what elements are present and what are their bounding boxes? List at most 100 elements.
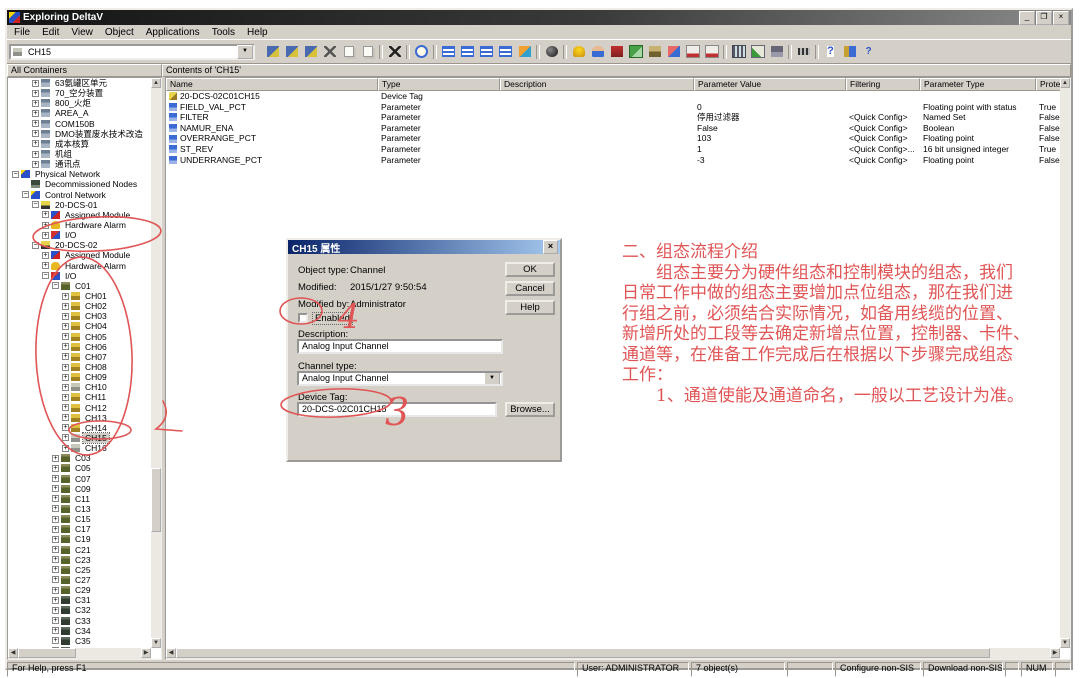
browse-button[interactable]: Browse...	[505, 402, 555, 417]
menu-file[interactable]: File	[8, 27, 36, 38]
status-download-non-sis[interactable]: Download non-SIS	[923, 662, 1003, 677]
tree-item-DMO装置废水技术改造[interactable]: +DMO装置废水技术改造	[8, 129, 151, 139]
tree-item-Assigned Module[interactable]: +Assigned Module	[8, 210, 151, 220]
tree-item-Decommissioned Nodes[interactable]: Decommissioned Nodes	[8, 179, 151, 189]
table-row[interactable]: NAMUR_ENAParameterFalse<Quick Config>Boo…	[166, 123, 1070, 134]
expand-icon[interactable]: +	[32, 161, 39, 168]
table-row[interactable]: ST_REVParameter1<Quick Config>...16 bit …	[166, 144, 1070, 155]
expand-icon[interactable]: +	[32, 120, 39, 127]
status-configure-non-sis[interactable]: Configure non-SIS	[835, 662, 921, 677]
tree-item-COM150B[interactable]: +COM150B	[8, 119, 151, 129]
tree-item-通讯点[interactable]: +通讯点	[8, 159, 151, 169]
chart1-button[interactable]	[683, 43, 702, 60]
scroll-down-icon[interactable]: ▼	[1060, 638, 1070, 648]
chevron-down-icon[interactable]: ▼	[484, 372, 500, 385]
expand-icon[interactable]: +	[42, 232, 49, 239]
expand-icon[interactable]: +	[52, 617, 59, 624]
collapse-icon[interactable]: −	[12, 171, 19, 178]
expand-icon[interactable]: +	[32, 100, 39, 107]
expand-icon[interactable]: +	[52, 536, 59, 543]
menu-tools[interactable]: Tools	[206, 27, 241, 38]
column-header-filtering[interactable]: Filtering	[846, 78, 920, 91]
menu-help[interactable]: Help	[241, 27, 274, 38]
tree-item-C07[interactable]: +C07	[8, 473, 151, 483]
tree-item-70_空分装置[interactable]: +70_空分装置	[8, 88, 151, 98]
table-row[interactable]: FIELD_VAL_PCTParameter0Floating point wi…	[166, 102, 1070, 113]
tree-hscroll-thumb[interactable]	[18, 648, 76, 658]
alarm-button[interactable]	[569, 43, 588, 60]
minimize-button[interactable]: _	[1019, 11, 1035, 25]
tree-item-20-DCS-01[interactable]: −20-DCS-01	[8, 200, 151, 210]
column-header-parameter-value[interactable]: Parameter Value	[694, 78, 846, 91]
expand-icon[interactable]: +	[62, 374, 69, 381]
expand-icon[interactable]: +	[52, 637, 59, 644]
table-config-button[interactable]	[729, 43, 748, 60]
channel-type-select[interactable]: Analog Input Channel ▼	[297, 371, 503, 386]
column-header-description[interactable]: Description	[500, 78, 694, 91]
hierarchy-button[interactable]	[282, 43, 301, 60]
tree-item-CH03[interactable]: +CH03	[8, 311, 151, 321]
expand-icon[interactable]: +	[42, 262, 49, 269]
expand-icon[interactable]: +	[62, 445, 69, 452]
expand-icon[interactable]: +	[52, 556, 59, 563]
context-help-button[interactable]: ?	[859, 43, 878, 60]
tree-item-800_火炬[interactable]: +800_火炬	[8, 98, 151, 108]
tree-scroll-thumb[interactable]	[151, 468, 161, 532]
tree-item-C15[interactable]: +C15	[8, 514, 151, 524]
view-small-button[interactable]	[458, 43, 477, 60]
menu-edit[interactable]: Edit	[36, 27, 65, 38]
column-header-parameter-type[interactable]: Parameter Type	[920, 78, 1036, 91]
tree-item-CH14[interactable]: +CH14	[8, 423, 151, 433]
picture-button[interactable]	[626, 43, 645, 60]
menu-object[interactable]: Object	[99, 27, 140, 38]
collapse-icon[interactable]: −	[22, 191, 29, 198]
expand-icon[interactable]: +	[62, 323, 69, 330]
printer-button[interactable]	[767, 43, 786, 60]
expand-icon[interactable]: +	[52, 495, 59, 502]
audit-trail-button[interactable]	[301, 43, 320, 60]
tree-horizontal-scrollbar[interactable]: ◀ ▶	[8, 648, 151, 659]
scroll-left-icon[interactable]: ◀	[166, 648, 176, 658]
expand-icon[interactable]: +	[62, 364, 69, 371]
tree-vertical-scrollbar[interactable]: ▲ ▼	[151, 78, 161, 648]
tree-item-C33[interactable]: +C33	[8, 615, 151, 625]
keyboard-button[interactable]	[794, 43, 813, 60]
scroll-right-icon[interactable]: ▶	[141, 648, 151, 658]
expand-icon[interactable]: +	[52, 576, 59, 583]
expand-icon[interactable]: +	[52, 516, 59, 523]
chart2-button[interactable]	[702, 43, 721, 60]
scroll-up-icon[interactable]: ▲	[151, 78, 161, 88]
expand-icon[interactable]: +	[62, 434, 69, 441]
enabled-checkbox[interactable]	[298, 313, 308, 323]
expand-icon[interactable]: +	[52, 475, 59, 482]
expand-icon[interactable]: +	[62, 384, 69, 391]
ok-button[interactable]: OK	[505, 262, 555, 277]
tree-item-AREA_A[interactable]: +AREA_A	[8, 108, 151, 118]
expand-icon[interactable]: +	[52, 526, 59, 533]
tree-item-CH10[interactable]: +CH10	[8, 382, 151, 392]
content-hscroll-thumb[interactable]	[176, 648, 990, 658]
tree-item-Assigned Module[interactable]: +Assigned Module	[8, 250, 151, 260]
expand-icon[interactable]: +	[62, 343, 69, 350]
menu-applications[interactable]: Applications	[140, 27, 206, 38]
menu-view[interactable]: View	[65, 27, 99, 38]
collapse-icon[interactable]: −	[32, 201, 39, 208]
paste-button[interactable]	[358, 43, 377, 60]
table-row[interactable]: UNDERRANGE_PCTParameter-3<Quick Config>F…	[166, 155, 1070, 166]
copy-button[interactable]	[339, 43, 358, 60]
user-button[interactable]	[588, 43, 607, 60]
tree-item-CH13[interactable]: +CH13	[8, 413, 151, 423]
table-row[interactable]: FILTERParameter停用过滤器<Quick Config>Named …	[166, 112, 1070, 123]
tree-item-C25[interactable]: +C25	[8, 565, 151, 575]
collapse-icon[interactable]: −	[52, 282, 59, 289]
tree-item-CH15[interactable]: +CH15	[8, 433, 151, 443]
expand-icon[interactable]: +	[52, 587, 59, 594]
tree-item-CH07[interactable]: +CH07	[8, 352, 151, 362]
tree-item-CH01[interactable]: +CH01	[8, 291, 151, 301]
expand-icon[interactable]: +	[62, 333, 69, 340]
expand-icon[interactable]: +	[62, 424, 69, 431]
refresh-button[interactable]	[412, 43, 431, 60]
restore-button[interactable]: ❐	[1036, 11, 1052, 25]
expand-icon[interactable]: +	[42, 252, 49, 259]
tree-item-CH08[interactable]: +CH08	[8, 362, 151, 372]
